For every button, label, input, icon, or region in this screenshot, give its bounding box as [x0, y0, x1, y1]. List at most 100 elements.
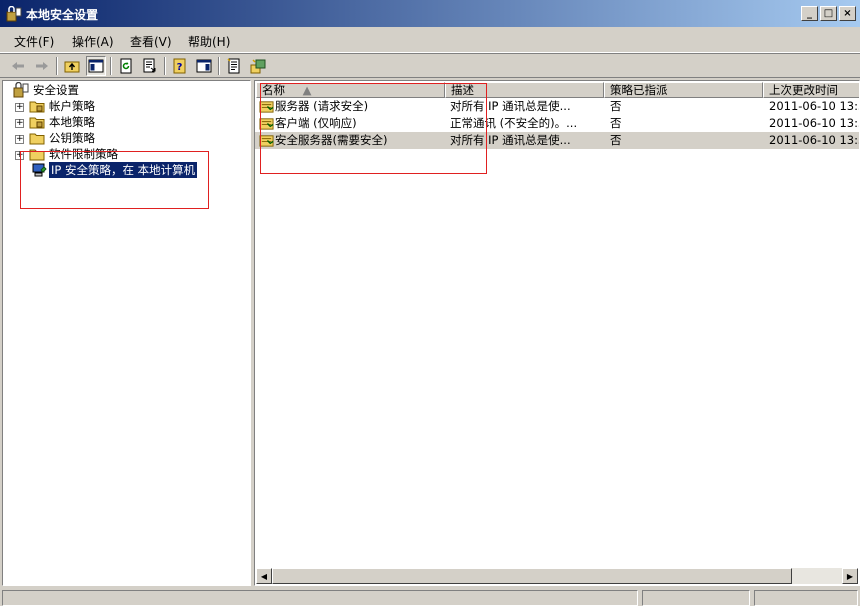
sort-ascending-icon: ▲ [302, 83, 312, 97]
tree-root-label: 安全设置 [33, 83, 79, 97]
toolbar-separator [56, 57, 58, 75]
status-segment [2, 590, 638, 606]
cell-name: 服务器 (请求安全) [275, 99, 369, 113]
table-row[interactable]: 服务器 (请求安全) 对所有 IP 通讯总是使... 否 2011-06-10 … [255, 98, 859, 115]
ip-policy-icon [259, 118, 274, 130]
export-list-button[interactable] [140, 56, 160, 76]
column-header-assigned[interactable]: 策略已指派 [604, 82, 763, 98]
new-policy-icon [227, 58, 240, 74]
new-policy-button[interactable] [224, 56, 244, 76]
column-label: 描述 [451, 83, 474, 97]
horizontal-scrollbar[interactable]: ◀ ▶ [256, 568, 858, 584]
ip-policy-icon [259, 135, 274, 147]
ip-security-computer-icon [32, 163, 47, 177]
toolbar-separator [164, 57, 166, 75]
security-settings-icon [6, 6, 22, 22]
up-level-button[interactable] [62, 56, 82, 76]
forward-button[interactable] [32, 56, 52, 76]
action-pane-icon [196, 59, 212, 73]
menu-action[interactable]: 操作(A) [72, 33, 114, 50]
column-header-name[interactable]: 名称 ▲ [256, 82, 445, 98]
column-label: 上次更改时间 [769, 83, 838, 97]
tree-item-software-restriction[interactable]: 软件限制策略 [29, 146, 120, 162]
cell-modified: 2011-06-10 13:35:47 [769, 133, 859, 147]
refresh-icon [120, 58, 132, 74]
manage-filters-button[interactable] [248, 56, 268, 76]
folder-up-icon [64, 61, 80, 73]
minimize-icon: _ [807, 7, 812, 19]
expand-account-policies[interactable]: + [15, 103, 24, 112]
security-settings-icon [13, 82, 29, 98]
status-segment [642, 590, 750, 606]
cell-modified: 2011-06-10 13:35:47 [769, 99, 859, 113]
policy-folder-icon [29, 101, 45, 113]
column-header-description[interactable]: 描述 [445, 82, 604, 98]
ip-policy-icon [259, 101, 274, 113]
tree-root-security-settings[interactable]: 安全设置 [13, 82, 81, 98]
maximize-button[interactable]: □ [820, 6, 837, 21]
table-row[interactable]: 客户端 (仅响应) 正常通讯 (不安全的)。... 否 2011-06-10 1… [255, 115, 859, 132]
cell-description: 对所有 IP 通讯总是使... [450, 133, 571, 147]
close-button[interactable]: × [839, 6, 856, 21]
back-arrow-icon [12, 62, 24, 70]
expand-public-key-policies[interactable]: + [15, 135, 24, 144]
cell-name: 安全服务器(需要安全) [275, 133, 388, 147]
title-bar[interactable]: 本地安全设置 _ □ × [0, 0, 860, 27]
folder-icon [29, 149, 45, 161]
help-button[interactable]: ? [170, 56, 190, 76]
svg-text:?: ? [177, 62, 183, 73]
toolbar: ? [0, 54, 860, 78]
refresh-button[interactable] [116, 56, 136, 76]
back-button[interactable] [8, 56, 28, 76]
status-segment [754, 590, 858, 606]
help-icon: ? [173, 58, 186, 74]
tree-item-public-key-policies[interactable]: 公钥策略 [29, 130, 97, 146]
tree-item-label: IP 安全策略，在 本地计算机 [49, 162, 198, 178]
cell-assigned: 否 [610, 99, 622, 113]
tree-item-account-policies[interactable]: 帐户策略 [29, 98, 97, 114]
column-label: 名称 [262, 83, 285, 97]
show-hide-tree-button[interactable] [86, 56, 106, 76]
scroll-left-icon: ◀ [260, 571, 268, 581]
forward-arrow-icon [36, 62, 48, 70]
scroll-left-button[interactable]: ◀ [256, 568, 272, 584]
menu-bar: 文件(F) 操作(A) 查看(V) 帮助(H) [0, 27, 860, 53]
cell-assigned: 否 [610, 116, 622, 130]
policy-list[interactable]: 名称 ▲ 描述 策略已指派 上次更改时间 服务器 (请求安全) 对所有 IP 通… [254, 80, 860, 586]
toolbar-separator [218, 57, 220, 75]
scroll-thumb[interactable] [272, 568, 792, 584]
cell-description: 正常通讯 (不安全的)。... [450, 116, 578, 130]
menu-view[interactable]: 查看(V) [130, 33, 172, 50]
cell-name: 客户端 (仅响应) [275, 116, 357, 130]
tree-item-label: 本地策略 [49, 115, 95, 129]
menu-file[interactable]: 文件(F) [14, 33, 54, 50]
window-title: 本地安全设置 [26, 8, 99, 22]
column-label: 策略已指派 [610, 83, 668, 97]
scroll-right-icon: ▶ [846, 571, 854, 581]
manage-filters-icon [250, 59, 266, 74]
show-action-pane-button[interactable] [194, 56, 214, 76]
maximize-icon: □ [823, 7, 834, 19]
cell-description: 对所有 IP 通讯总是使... [450, 99, 571, 113]
folder-icon [29, 133, 45, 145]
tree-item-label: 公钥策略 [49, 131, 95, 145]
status-bar [0, 588, 860, 606]
table-row[interactable]: 安全服务器(需要安全) 对所有 IP 通讯总是使... 否 2011-06-10… [255, 132, 859, 149]
menu-help[interactable]: 帮助(H) [188, 33, 230, 50]
tree-item-ip-security[interactable]: IP 安全策略，在 本地计算机 [31, 162, 198, 178]
expand-software-restriction[interactable]: + [15, 151, 24, 160]
minimize-button[interactable]: _ [801, 6, 818, 21]
close-icon: × [843, 7, 852, 19]
scroll-right-button[interactable]: ▶ [842, 568, 858, 584]
export-list-icon [143, 58, 156, 73]
expand-local-policies[interactable]: + [15, 119, 24, 128]
column-header-modified[interactable]: 上次更改时间 [763, 82, 859, 98]
tree-item-label: 帐户策略 [49, 99, 95, 113]
cell-assigned: 否 [610, 133, 622, 147]
cell-modified: 2011-06-10 13:35:47 [769, 116, 859, 130]
tree-item-local-policies[interactable]: 本地策略 [29, 114, 97, 130]
tree-item-label: 软件限制策略 [49, 147, 118, 161]
console-tree[interactable]: 安全设置 + 帐户策略 + 本地策略 + 公钥策略 + 软件限制策略 IP 安全… [2, 80, 251, 586]
toolbar-separator [110, 57, 112, 75]
console-tree-icon [88, 59, 104, 73]
